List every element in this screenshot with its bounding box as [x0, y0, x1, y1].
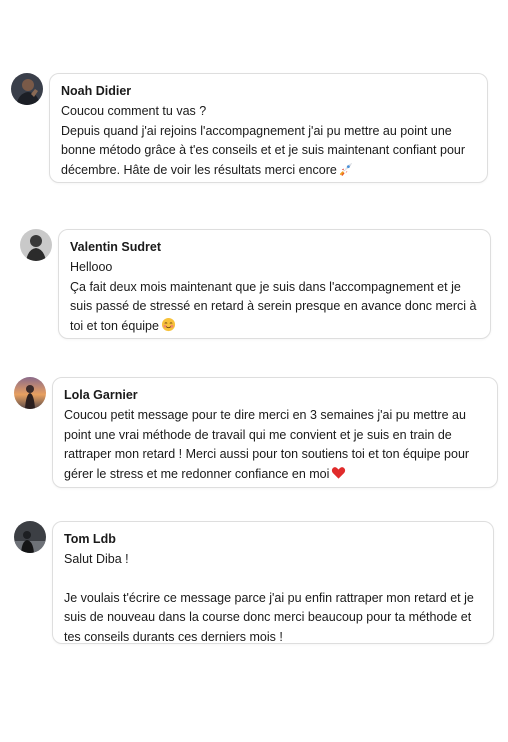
message-line: Depuis quand j'ai rejoins l'accompagneme… [61, 123, 452, 138]
avatar[interactable] [20, 229, 52, 261]
message-author[interactable]: Valentin Sudret [70, 239, 479, 255]
rocket-emoji [339, 161, 354, 176]
message-line: tes conseils durants ces derniers mois ! [64, 629, 283, 644]
message-line: bonne método grâce à t'es conseils et et… [61, 143, 466, 157]
message-line: Ça fait deux mois maintenant que je suis… [70, 279, 461, 294]
red-heart-emoji [331, 465, 346, 480]
message-line-text: toi et ton équipe [70, 318, 159, 333]
message-line: Salut Diba ! [64, 552, 129, 566]
avatar[interactable] [14, 521, 46, 553]
message-bubble: Valentin Sudret Hellooo Ça fait deux moi… [58, 229, 491, 339]
message-line-text: décembre. Hâte de voir les résultats mer… [61, 162, 337, 177]
message-line: point une vrai méthode de travail qui me… [64, 427, 452, 442]
avatar[interactable] [14, 377, 46, 409]
smiling-face-emoji [161, 317, 176, 332]
message-line-last: toi et ton équipe [70, 317, 479, 337]
message-line-last: décembre. Hâte de voir les résultats mer… [61, 161, 476, 181]
message-line: Coucou petit message pour te dire merci … [64, 408, 466, 422]
message-line: Coucou comment tu vas ? [61, 104, 207, 118]
message-line: Hellooo [70, 260, 113, 274]
message-line: suis passé de stressé en retard à serein… [70, 299, 477, 313]
message-line: Je voulais t'écrire ce message parce j'a… [64, 590, 474, 605]
message-author[interactable]: Noah Didier [61, 83, 476, 99]
message-author[interactable]: Lola Garnier [64, 387, 486, 403]
message-bubble: Lola Garnier Coucou petit message pour t… [52, 377, 498, 488]
message-bubble: Noah Didier Coucou comment tu vas ? Depu… [49, 73, 488, 183]
message-author[interactable]: Tom Ldb [64, 531, 482, 547]
message-line: rattraper mon retard ! Merci aussi pour … [64, 447, 470, 461]
avatar[interactable] [11, 73, 43, 105]
message-bubble: Tom Ldb Salut Diba ! Je voulais t'écrire… [52, 521, 494, 644]
message-line: suis de nouveau dans la course donc merc… [64, 610, 472, 624]
message-line-text: gérer le stress et me redonner confiance… [64, 466, 330, 481]
message-line-last: gérer le stress et me redonner confiance… [64, 465, 486, 485]
